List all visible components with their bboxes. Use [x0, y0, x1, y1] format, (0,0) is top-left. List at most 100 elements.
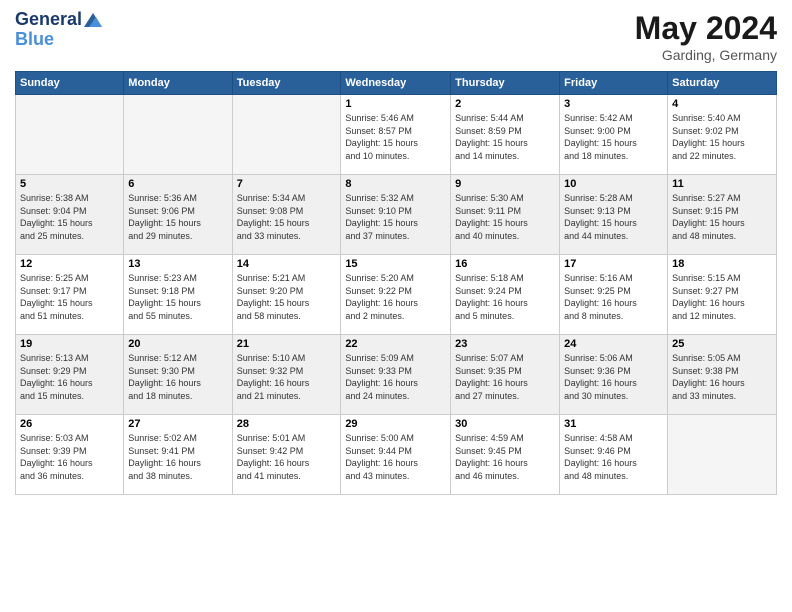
- calendar-day-cell: 19 Sunrise: 5:13 AMSunset: 9:29 PMDayligh…: [16, 335, 124, 415]
- day-of-week-header: Tuesday: [232, 72, 341, 95]
- day-number: 26: [20, 418, 119, 430]
- calendar-day-cell: 24Sunrise: 5:06 AMSunset: 9:36 PMDayligh…: [560, 335, 668, 415]
- day-info: Sunrise: 5:27 AMSunset: 9:15 PMDaylight:…: [672, 192, 772, 242]
- calendar-day-cell: 7 Sunrise: 5:34 AMSunset: 9:08 PMDaylight…: [232, 175, 341, 255]
- day-info: Sunrise: 5:10 AMSunset: 9:32 PMDaylight:…: [237, 352, 337, 402]
- calendar-day-cell: 9 Sunrise: 5:30 AMSunset: 9:11 PMDaylight…: [451, 175, 560, 255]
- day-info: Sunrise: 4:59 AMSunset: 9:45 PMDaylight:…: [455, 432, 555, 482]
- day-of-week-header: Saturday: [668, 72, 777, 95]
- day-number: 5: [20, 178, 119, 190]
- header: General Blue May 2024 Garding, Germany: [15, 10, 777, 63]
- day-number: 14: [237, 258, 337, 270]
- day-info: Sunrise: 5:44 AMSunset: 8:59 PMDaylight:…: [455, 112, 555, 162]
- calendar-day-cell: [232, 95, 341, 175]
- day-info: Sunrise: 5:01 AMSunset: 9:42 PMDaylight:…: [237, 432, 337, 482]
- day-number: 23: [455, 338, 555, 350]
- calendar-week-row: 1Sunrise: 5:46 AMSunset: 8:57 PMDaylight…: [16, 95, 777, 175]
- day-number: 2: [455, 98, 555, 110]
- calendar-day-cell: 15 Sunrise: 5:20 AMSunset: 9:22 PMDayligh…: [341, 255, 451, 335]
- day-info: Sunrise: 5:00 AMSunset: 9:44 PMDaylight:…: [345, 432, 446, 482]
- logo-text-blue: Blue: [15, 30, 54, 50]
- calendar-day-cell: 18 Sunrise: 5:15 AMSunset: 9:27 PMDayligh…: [668, 255, 777, 335]
- calendar-week-row: 5 Sunrise: 5:38 AMSunset: 9:04 PMDaylight…: [16, 175, 777, 255]
- day-info: Sunrise: 5:16 AMSunset: 9:25 PMDaylight:…: [564, 272, 663, 322]
- day-of-week-header: Wednesday: [341, 72, 451, 95]
- day-number: 10: [564, 178, 663, 190]
- calendar-day-cell: 6 Sunrise: 5:36 AMSunset: 9:06 PMDaylight…: [124, 175, 232, 255]
- calendar-header-row: SundayMondayTuesdayWednesdayThursdayFrid…: [16, 72, 777, 95]
- day-number: 17: [564, 258, 663, 270]
- day-info: Sunrise: 5:36 AMSunset: 9:06 PMDaylight:…: [128, 192, 227, 242]
- day-number: 13: [128, 258, 227, 270]
- day-number: 18: [672, 258, 772, 270]
- day-number: 15: [345, 258, 446, 270]
- day-number: 28: [237, 418, 337, 430]
- day-info: Sunrise: 5:20 AMSunset: 9:22 PMDaylight:…: [345, 272, 446, 322]
- day-number: 29: [345, 418, 446, 430]
- day-number: 7: [237, 178, 337, 190]
- day-number: 16: [455, 258, 555, 270]
- calendar-day-cell: 2 Sunrise: 5:44 AMSunset: 8:59 PMDaylight…: [451, 95, 560, 175]
- day-info: Sunrise: 5:28 AMSunset: 9:13 PMDaylight:…: [564, 192, 663, 242]
- calendar-day-cell: 21Sunrise: 5:10 AMSunset: 9:32 PMDayligh…: [232, 335, 341, 415]
- calendar-day-cell: 4 Sunrise: 5:40 AMSunset: 9:02 PMDaylight…: [668, 95, 777, 175]
- day-number: 25: [672, 338, 772, 350]
- day-info: Sunrise: 5:06 AMSunset: 9:36 PMDaylight:…: [564, 352, 663, 402]
- calendar-body: 1Sunrise: 5:46 AMSunset: 8:57 PMDaylight…: [16, 95, 777, 495]
- day-number: 20: [128, 338, 227, 350]
- calendar-day-cell: 11Sunrise: 5:27 AMSunset: 9:15 PMDayligh…: [668, 175, 777, 255]
- day-number: 19: [20, 338, 119, 350]
- calendar-day-cell: 1Sunrise: 5:46 AMSunset: 8:57 PMDaylight…: [341, 95, 451, 175]
- day-of-week-header: Friday: [560, 72, 668, 95]
- day-info: Sunrise: 5:42 AMSunset: 9:00 PMDaylight:…: [564, 112, 663, 162]
- day-info: Sunrise: 5:46 AMSunset: 8:57 PMDaylight:…: [345, 112, 446, 162]
- day-of-week-header: Sunday: [16, 72, 124, 95]
- calendar-day-cell: 31 Sunrise: 4:58 AMSunset: 9:46 PMDayligh…: [560, 415, 668, 495]
- calendar-week-row: 26 Sunrise: 5:03 AMSunset: 9:39 PMDayligh…: [16, 415, 777, 495]
- calendar-day-cell: [668, 415, 777, 495]
- calendar-day-cell: 30 Sunrise: 4:59 AMSunset: 9:45 PMDayligh…: [451, 415, 560, 495]
- calendar-day-cell: 25 Sunrise: 5:05 AMSunset: 9:38 PMDayligh…: [668, 335, 777, 415]
- logo: General Blue: [15, 10, 102, 50]
- day-number: 31: [564, 418, 663, 430]
- day-info: Sunrise: 4:58 AMSunset: 9:46 PMDaylight:…: [564, 432, 663, 482]
- calendar-day-cell: 29 Sunrise: 5:00 AMSunset: 9:44 PMDayligh…: [341, 415, 451, 495]
- day-number: 12: [20, 258, 119, 270]
- day-number: 6: [128, 178, 227, 190]
- calendar-day-cell: 27Sunrise: 5:02 AMSunset: 9:41 PMDayligh…: [124, 415, 232, 495]
- calendar-day-cell: 23 Sunrise: 5:07 AMSunset: 9:35 PMDayligh…: [451, 335, 560, 415]
- day-of-week-header: Thursday: [451, 72, 560, 95]
- day-info: Sunrise: 5:32 AMSunset: 9:10 PMDaylight:…: [345, 192, 446, 242]
- calendar-table: SundayMondayTuesdayWednesdayThursdayFrid…: [15, 71, 777, 495]
- calendar-day-cell: 13Sunrise: 5:23 AMSunset: 9:18 PMDayligh…: [124, 255, 232, 335]
- day-info: Sunrise: 5:15 AMSunset: 9:27 PMDaylight:…: [672, 272, 772, 322]
- day-info: Sunrise: 5:21 AMSunset: 9:20 PMDaylight:…: [237, 272, 337, 322]
- day-info: Sunrise: 5:03 AMSunset: 9:39 PMDaylight:…: [20, 432, 119, 482]
- day-info: Sunrise: 5:34 AMSunset: 9:08 PMDaylight:…: [237, 192, 337, 242]
- day-number: 22: [345, 338, 446, 350]
- logo-text-general: General: [15, 10, 82, 30]
- month-year-title: May 2024: [635, 10, 777, 47]
- day-number: 30: [455, 418, 555, 430]
- calendar-day-cell: 14 Sunrise: 5:21 AMSunset: 9:20 PMDayligh…: [232, 255, 341, 335]
- calendar-day-cell: 16Sunrise: 5:18 AMSunset: 9:24 PMDayligh…: [451, 255, 560, 335]
- day-info: Sunrise: 5:05 AMSunset: 9:38 PMDaylight:…: [672, 352, 772, 402]
- day-info: Sunrise: 5:30 AMSunset: 9:11 PMDaylight:…: [455, 192, 555, 242]
- calendar-day-cell: 20 Sunrise: 5:12 AMSunset: 9:30 PMDayligh…: [124, 335, 232, 415]
- calendar-day-cell: 22Sunrise: 5:09 AMSunset: 9:33 PMDayligh…: [341, 335, 451, 415]
- calendar-day-cell: [124, 95, 232, 175]
- calendar-day-cell: 8Sunrise: 5:32 AMSunset: 9:10 PMDaylight…: [341, 175, 451, 255]
- day-number: 9: [455, 178, 555, 190]
- day-number: 4: [672, 98, 772, 110]
- title-area: May 2024 Garding, Germany: [635, 10, 777, 63]
- calendar-day-cell: 28 Sunrise: 5:01 AMSunset: 9:42 PMDayligh…: [232, 415, 341, 495]
- calendar-day-cell: 5 Sunrise: 5:38 AMSunset: 9:04 PMDaylight…: [16, 175, 124, 255]
- day-info: Sunrise: 5:25 AMSunset: 9:17 PMDaylight:…: [20, 272, 119, 322]
- day-info: Sunrise: 5:07 AMSunset: 9:35 PMDaylight:…: [455, 352, 555, 402]
- day-info: Sunrise: 5:40 AMSunset: 9:02 PMDaylight:…: [672, 112, 772, 162]
- calendar-day-cell: 3Sunrise: 5:42 AMSunset: 9:00 PMDaylight…: [560, 95, 668, 175]
- day-info: Sunrise: 5:13 AMSunset: 9:29 PMDaylight:…: [20, 352, 119, 402]
- location-subtitle: Garding, Germany: [635, 47, 777, 63]
- day-info: Sunrise: 5:38 AMSunset: 9:04 PMDaylight:…: [20, 192, 119, 242]
- day-info: Sunrise: 5:12 AMSunset: 9:30 PMDaylight:…: [128, 352, 227, 402]
